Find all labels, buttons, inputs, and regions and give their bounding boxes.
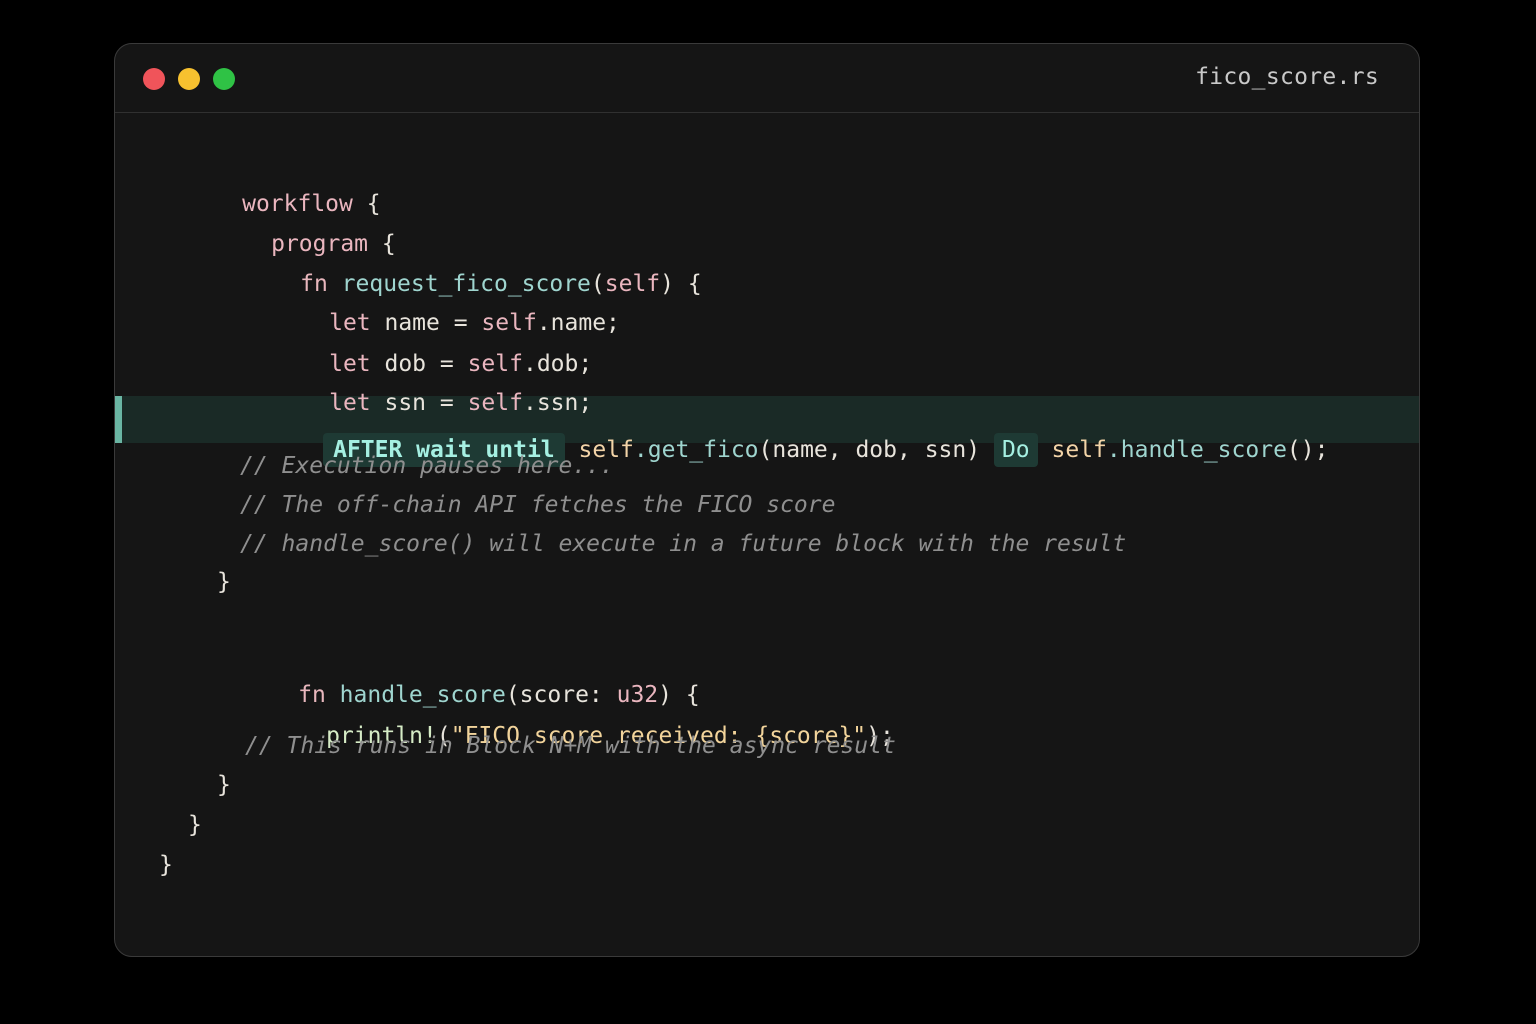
code-line-3: fn request_fico_score(self) { (217, 239, 702, 297)
keyword-self: self (1051, 437, 1107, 463)
code-line-7: AFTER wait until self.get_fico(name, dob… (240, 405, 1328, 467)
call-end: (); (1286, 437, 1329, 463)
code-line-1: workflow { (159, 159, 381, 217)
method-call: .handle_score (1106, 437, 1287, 463)
call-arguments: (name, dob, ssn) (758, 437, 981, 463)
closing-brace: } (217, 569, 231, 595)
code-line-5: let dob = self.dob; (246, 319, 592, 377)
code-comment-1: // Execution pauses here... (240, 453, 614, 479)
closing-brace: } (217, 772, 231, 798)
code-editor: workflow { program { fn request_fico_sco… (115, 44, 1419, 956)
code-line-10: println!("FICO score received: {score}")… (243, 691, 894, 749)
code-comment-3: // handle_score() will execute in a futu… (240, 531, 1127, 557)
code-line-6: let ssn = self.ssn; (246, 358, 592, 416)
method-call: .get_fico (633, 437, 759, 463)
code-window: fico_score.rs workflow { program { fn re… (114, 43, 1420, 957)
code-comment-2: // The off-chain API fetches the FICO sc… (240, 492, 836, 518)
closing-brace: } (159, 852, 173, 878)
code-line-9: fn handle_score(score: u32) { (215, 650, 700, 708)
code-line-4: let name = self.name; (246, 278, 620, 336)
code-line-2: program { (188, 199, 396, 257)
do-badge: Do (993, 433, 1038, 467)
code-comment-4: // This runs in Block N+M with the async… (245, 733, 896, 759)
closing-brace: } (188, 812, 202, 838)
paren-brace: ) { (660, 271, 702, 297)
